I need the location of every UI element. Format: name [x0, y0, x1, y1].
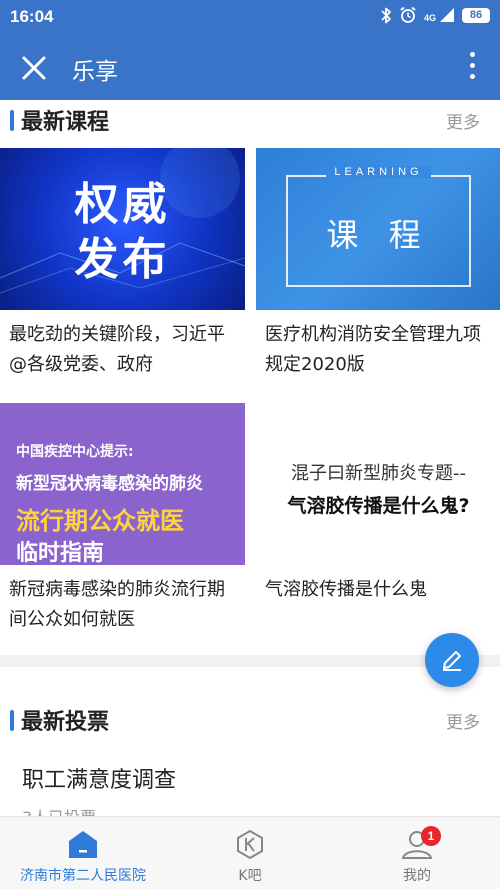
- k-bar-icon: [237, 829, 263, 860]
- course-title: 气溶胶传播是什么鬼: [265, 579, 427, 600]
- section-accent-bar: [10, 710, 14, 731]
- status-icons: 4G 86: [380, 6, 490, 24]
- course-title: 最吃劲的关键阶段，习近平@各级党委、政府: [9, 324, 225, 375]
- bluetooth-icon: [381, 7, 391, 23]
- notification-badge: 1: [421, 826, 441, 846]
- home-icon: [69, 831, 97, 858]
- vote-title: 职工满意度调查: [22, 768, 177, 793]
- thumb-headline: 临时指南: [16, 541, 105, 565]
- section-accent-bar: [10, 110, 14, 131]
- course-thumbnail: 混子曰新型肺炎专题-- 气溶胶传播是什么鬼?: [256, 403, 500, 565]
- tab-profile[interactable]: 我的: [334, 817, 500, 889]
- thumb-headline: 课 程: [326, 216, 431, 254]
- thumb-headline: 发布: [74, 234, 171, 285]
- status-bar: 16:04 4G 86: [0, 0, 500, 36]
- thumb-caption: 新型冠状病毒感染的肺炎: [16, 474, 203, 494]
- course-card[interactable]: 权威 发布 最吃劲的关键阶段，习近平@各级党委、政府: [0, 148, 245, 380]
- status-time: 16:04: [10, 7, 54, 26]
- bottom-tab-bar: 济南市第二人民医院 K吧 我的 1: [0, 816, 500, 889]
- battery-icon: 86: [462, 7, 490, 23]
- course-thumbnail: 中国疾控中心提示: 新型冠状病毒感染的肺炎 流行期公众就医 临时指南: [0, 403, 245, 565]
- close-icon[interactable]: [20, 54, 48, 82]
- thumb-headline: 流行期公众就医: [16, 507, 184, 535]
- main-content[interactable]: 最新课程 更多 权威 发布 最吃劲的关键阶段，习近平@各级党委、政府 LEARN…: [0, 100, 500, 816]
- tab-label: 济南市第二人民医院: [20, 868, 146, 884]
- courses-section-header: 最新课程 更多: [0, 100, 500, 140]
- course-thumbnail: 权威 发布: [0, 148, 245, 310]
- course-title: 新冠病毒感染的肺炎流行期间公众如何就医: [9, 579, 225, 630]
- course-card[interactable]: 混子曰新型肺炎专题-- 气溶胶传播是什么鬼? 气溶胶传播是什么鬼: [256, 403, 500, 605]
- tab-k-bar[interactable]: K吧: [167, 817, 333, 889]
- courses-more-link[interactable]: 更多: [446, 108, 480, 133]
- compose-fab-button[interactable]: [425, 633, 479, 687]
- thumb-caption: 混子曰新型肺炎专题--: [291, 463, 466, 484]
- alarm-icon: [400, 6, 416, 23]
- more-vertical-icon[interactable]: [470, 52, 478, 84]
- vote-count: 3人已投票: [22, 804, 96, 816]
- app-bar: 乐享: [0, 36, 500, 100]
- thumb-caption: 中国疾控中心提示:: [16, 444, 134, 460]
- tab-label: K吧: [238, 868, 262, 884]
- courses-section-title: 最新课程: [21, 110, 110, 135]
- edit-pencil-icon: [443, 651, 461, 671]
- network-type: 4G: [423, 13, 436, 23]
- signal-icon: 4G: [424, 7, 455, 23]
- thumb-headline: 气溶胶传播是什么鬼?: [287, 495, 470, 517]
- course-card[interactable]: 中国疾控中心提示: 新型冠状病毒感染的肺炎 流行期公众就医 临时指南 新冠病毒感…: [0, 403, 245, 635]
- thumb-caption: LEARNING: [256, 166, 500, 178]
- course-thumbnail: LEARNING 课 程: [256, 148, 500, 310]
- course-title: 医疗机构消防安全管理九项规定2020版: [265, 324, 481, 375]
- course-card[interactable]: LEARNING 课 程 医疗机构消防安全管理九项规定2020版: [256, 148, 500, 380]
- votes-section-header: 最新投票 更多: [0, 700, 500, 740]
- tab-hospital-home[interactable]: 济南市第二人民医院: [0, 817, 166, 889]
- votes-more-link[interactable]: 更多: [446, 708, 480, 733]
- tab-label: 我的: [403, 868, 431, 884]
- votes-section-title: 最新投票: [21, 710, 110, 735]
- page-title: 乐享: [72, 59, 118, 85]
